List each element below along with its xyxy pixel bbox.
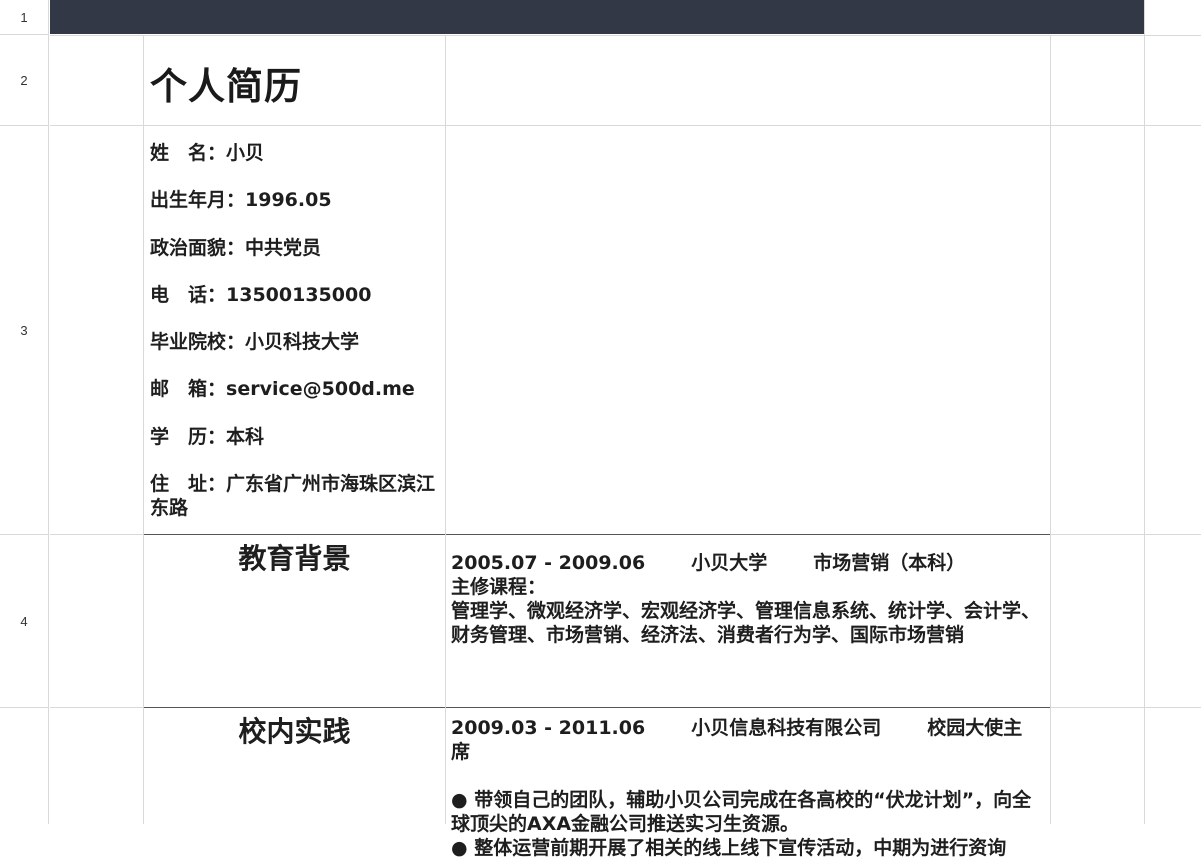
info-degree[interactable]: 学 历：本科: [150, 425, 440, 449]
education-major: 市场营销（本科）: [813, 552, 966, 574]
row-header-3[interactable]: 3: [0, 126, 49, 535]
practice-period: 2009.03 - 2011.06: [451, 717, 646, 739]
gridline: [1050, 35, 1051, 824]
gridline: [50, 125, 1201, 126]
info-politics[interactable]: 政治面貌：中共党员: [150, 236, 440, 260]
practice-bullet: ● 整体运营前期开展了相关的线上线下宣传活动，中期为进行资询: [451, 837, 1007, 859]
info-email[interactable]: 邮 箱：service@500d.me: [150, 377, 440, 401]
info-address[interactable]: 住 址：广东省广州市海珠区滨江东路: [150, 472, 440, 520]
education-school: 小贝大学: [691, 552, 768, 574]
row-header-1[interactable]: 1: [0, 0, 49, 35]
info-school[interactable]: 毕业院校：小贝科技大学: [150, 330, 440, 354]
education-heading[interactable]: 教育背景: [144, 537, 445, 577]
courses-label: 主修课程：: [451, 576, 547, 598]
gridline: [445, 35, 446, 824]
gridline: [1050, 534, 1201, 535]
row-header-4[interactable]: 4: [0, 535, 49, 708]
info-name[interactable]: 姓 名：小贝: [150, 141, 440, 165]
gridline: [50, 35, 1201, 36]
gridline: [50, 534, 144, 535]
section-divider: [144, 707, 1050, 708]
header-banner: [50, 0, 1144, 34]
row-header-2[interactable]: 2: [0, 35, 49, 126]
info-phone[interactable]: 电 话：13500135000: [150, 283, 440, 307]
gridline: [50, 707, 144, 708]
info-birth[interactable]: 出生年月：1996.05: [150, 188, 440, 212]
practice-summary: 2009.03 - 2011.06 小贝信息科技有限公司 校园大使主席: [451, 716, 1045, 764]
practice-content[interactable]: 2009.03 - 2011.06 小贝信息科技有限公司 校园大使主席 ● 带领自己…: [451, 716, 1045, 860]
gridline: [1050, 707, 1201, 708]
education-content[interactable]: 2005.07 - 2009.06 小贝大学 市场营销（本科） 主修课程： 管理学、…: [451, 551, 1045, 647]
education-period: 2005.07 - 2009.06: [451, 552, 646, 574]
practice-heading[interactable]: 校内实践: [144, 710, 445, 750]
row-header-5[interactable]: [0, 708, 49, 824]
practice-bullet: ● 带领自己的团队，辅助小贝公司完成在各高校的“伏龙计划”，向全球顶尖的AXA金…: [451, 789, 1032, 835]
gridline: [143, 35, 144, 824]
personal-info-list: 姓 名：小贝 出生年月：1996.05 政治面貌：中共党员 电 话：135001…: [150, 141, 440, 543]
resume-title: 个人简历: [150, 65, 302, 108]
education-summary: 2005.07 - 2009.06 小贝大学 市场营销（本科）: [451, 551, 1045, 575]
practice-company: 小贝信息科技有限公司: [691, 717, 882, 739]
courses-list: 管理学、微观经济学、宏观经济学、管理信息系统、统计学、会计学、财务管理、市场营销…: [451, 600, 1041, 646]
spreadsheet-grid: 1 2 3 4 个人简历 姓 名：小贝 出生年月：1996.05 政治面貌：中共…: [0, 0, 1201, 859]
gridline: [1144, 0, 1145, 824]
